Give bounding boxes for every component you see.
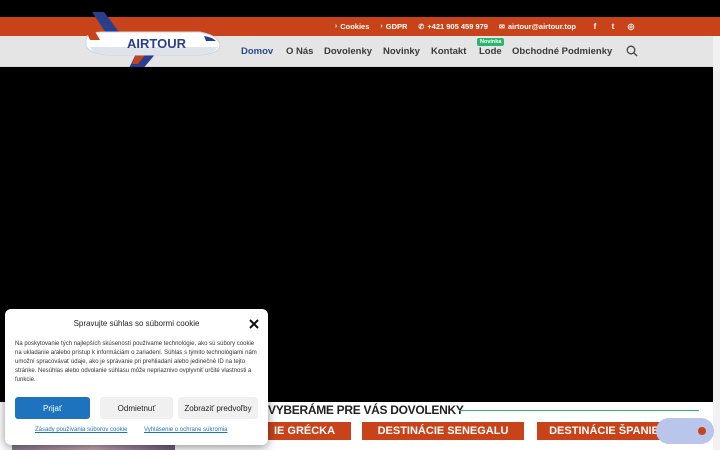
instagram-icon[interactable]: ◎ (622, 22, 640, 31)
destination-greece-button[interactable]: IE GRÉCKA (258, 422, 351, 440)
scrollbar[interactable] (713, 36, 720, 450)
cookie-policy-link[interactable]: Zásady používania súborov cookie (35, 427, 127, 433)
twitter-icon[interactable]: t (604, 22, 622, 31)
email-link-label: airtour@airtour.top (507, 22, 576, 31)
destination-image (12, 445, 175, 450)
gdpr-link[interactable]: › GDPR (380, 22, 407, 31)
privacy-statement-link[interactable]: Vyhlásenie o ochrane súkromia (144, 427, 228, 433)
close-icon[interactable] (248, 318, 260, 330)
cookies-link[interactable]: › Cookies (335, 22, 370, 31)
nav-item-domov[interactable]: Domov (241, 46, 273, 57)
facebook-icon[interactable]: f (586, 22, 604, 31)
chevron-right-icon: › (380, 23, 383, 30)
email-link[interactable]: ✉ airtour@airtour.top (499, 22, 576, 31)
chevron-right-icon: › (334, 23, 338, 30)
chat-widget[interactable] (656, 418, 714, 444)
nav-item-lode[interactable]: Lode (479, 46, 502, 57)
deny-button[interactable]: Odmietnuť (100, 397, 173, 419)
preferences-button[interactable]: Zobraziť predvoľby (178, 397, 258, 419)
logo-text: AIRTOUR (127, 36, 187, 51)
search-icon[interactable] (626, 45, 638, 57)
new-badge: Novinka (477, 38, 505, 46)
cookie-dialog-title: Spravujte súhlas so súbormi cookie (73, 319, 200, 328)
destination-senegal-button[interactable]: DESTINÁCIE SENEGALU (362, 422, 524, 440)
cookie-consent-dialog: Spravujte súhlas so súbormi cookie Na po… (5, 309, 268, 445)
cookie-dialog-text: Na poskytovanie tých najlepších skúsenos… (15, 341, 257, 383)
accept-button[interactable]: Prijať (15, 397, 90, 419)
section-divider (459, 410, 699, 411)
nav-item-kontakt[interactable]: Kontakt (431, 46, 466, 57)
nav-item-obchodne-podmienky[interactable]: Obchodné Podmienky (512, 46, 612, 57)
phone-icon: ✆ (418, 23, 425, 31)
gdpr-link-label: GDPR (385, 22, 408, 31)
phone-link[interactable]: ✆ +421 905 459 979 (418, 22, 488, 31)
nav-item-dovolenky[interactable]: Dovolenky (324, 46, 372, 57)
section-title: VYBERÁME PRE VÁS DOVOLENKY (268, 403, 464, 417)
page: › Cookies › GDPR ✆ +421 905 459 979 ✉ airtou… (0, 0, 720, 450)
chat-icon (698, 427, 706, 435)
mail-icon: ✉ (498, 23, 505, 31)
phone-link-label: +421 905 459 979 (427, 22, 488, 31)
nav-item-novinky[interactable]: Novinky (383, 46, 420, 57)
airtour-logo[interactable]: AIRTOUR (82, 10, 222, 72)
nav-item-o-nas[interactable]: O Nás (286, 46, 313, 57)
cookies-link-label: Cookies (340, 22, 370, 31)
